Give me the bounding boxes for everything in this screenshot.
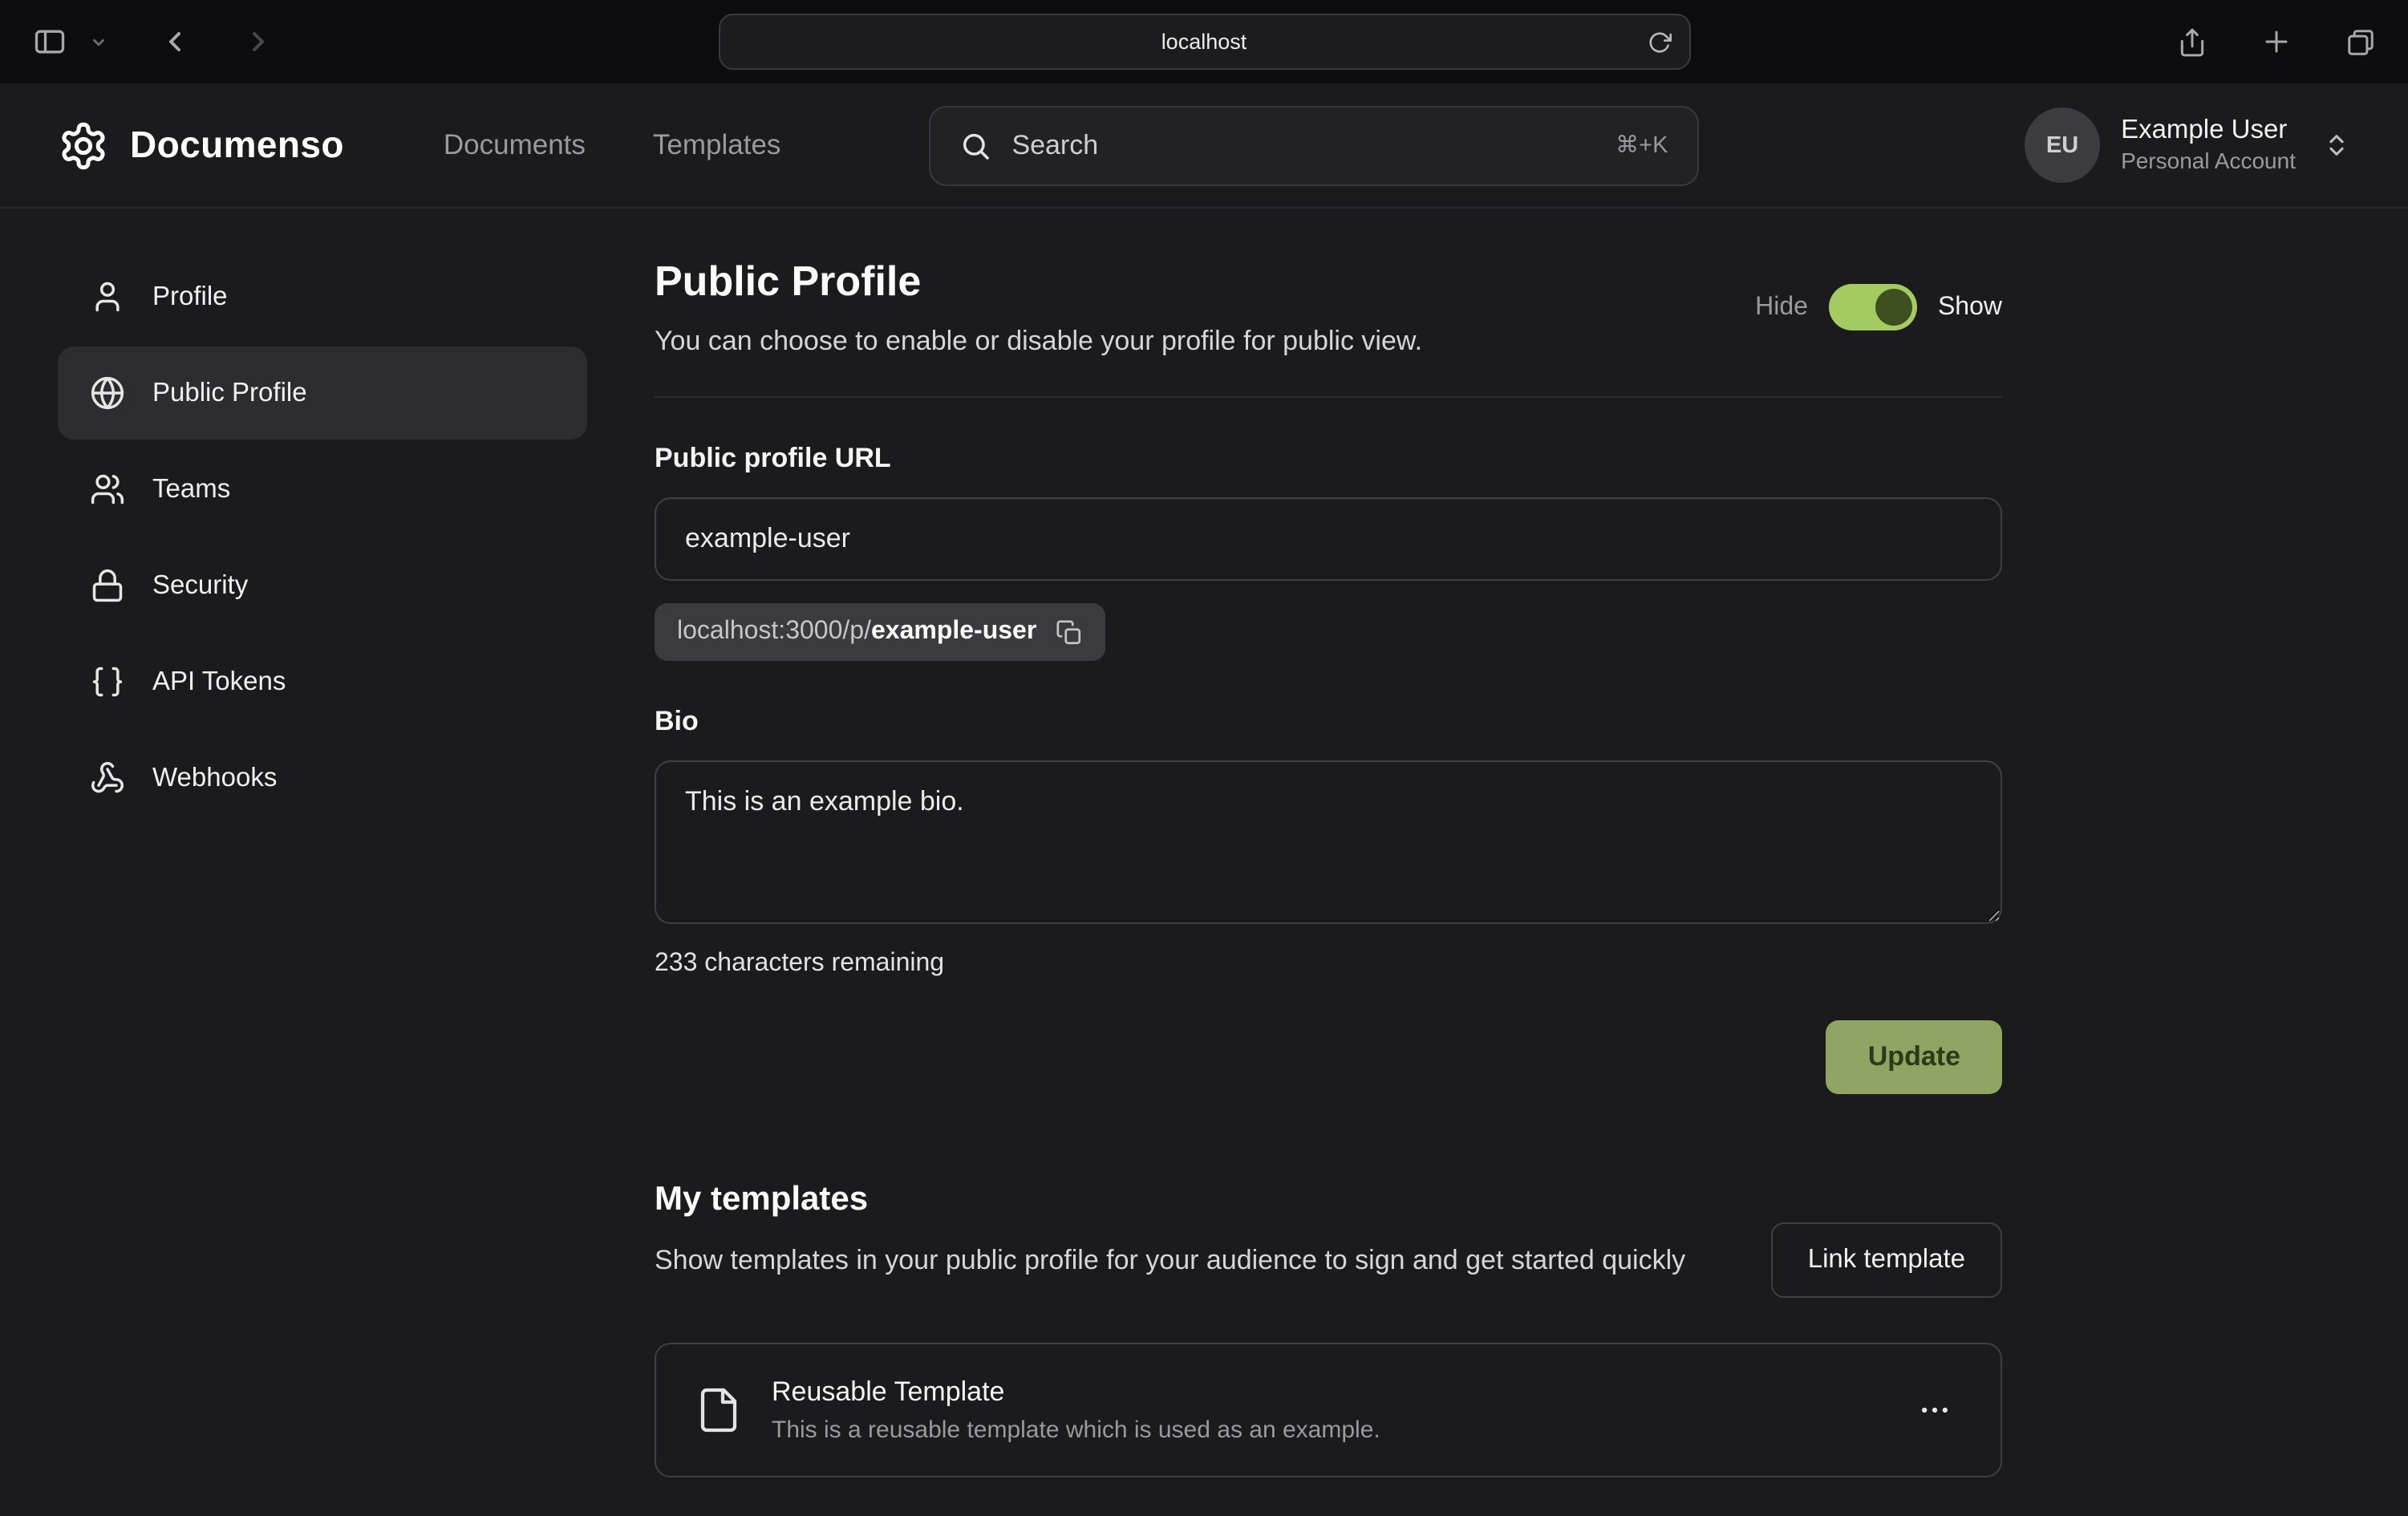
template-title: Reusable Template — [772, 1376, 1380, 1409]
search-box[interactable]: ⌘+K — [928, 105, 1698, 185]
globe-icon — [90, 375, 125, 411]
screen: localhost Documenso Documents — [0, 0, 2408, 1516]
sidebar-item-public-profile[interactable]: Public Profile — [58, 347, 587, 440]
main-nav: Documents Templates — [444, 128, 781, 162]
templates-section: My templates Show templates in your publ… — [655, 1181, 2002, 1477]
profile-url-input[interactable] — [655, 497, 2002, 581]
templates-head-texts: My templates Show templates in your publ… — [655, 1181, 1685, 1281]
nav-templates[interactable]: Templates — [653, 128, 781, 162]
account-name: Example User — [2121, 115, 2296, 148]
reload-icon[interactable] — [1644, 26, 1674, 57]
characters-remaining: 233 characters remaining — [655, 950, 2002, 979]
update-button[interactable]: Update — [1826, 1020, 2002, 1094]
tab-overview-icon[interactable] — [2339, 20, 2382, 63]
account-menu[interactable]: EU Example User Personal Account — [2025, 107, 2350, 183]
templates-head: My templates Show templates in your publ… — [655, 1181, 2002, 1298]
visibility-toggle-group: Hide Show — [1755, 284, 2002, 330]
sidebar-chevron-icon[interactable] — [83, 26, 114, 57]
back-icon[interactable] — [152, 19, 197, 64]
title-block: Public Profile You can choose to enable … — [655, 257, 1422, 358]
template-texts: Reusable Template This is a reusable tem… — [772, 1376, 1380, 1444]
chevrons-up-down-icon — [2323, 132, 2350, 159]
sidebar-item-label: API Tokens — [152, 667, 286, 697]
url-section: Public profile URL localhost:3000/p/exam… — [655, 443, 2002, 661]
sidebar-item-api-tokens[interactable]: API Tokens — [58, 635, 587, 728]
toggle-knob — [1875, 289, 1912, 326]
update-row: Update — [655, 1020, 2002, 1094]
documenso-logo-icon — [58, 120, 109, 171]
sidebar-item-label: Teams — [152, 474, 230, 505]
show-label: Show — [1938, 293, 2002, 322]
lock-icon — [90, 568, 125, 603]
sidebar-item-teams[interactable]: Teams — [58, 443, 587, 536]
user-icon — [90, 279, 125, 314]
title-row: Public Profile You can choose to enable … — [655, 257, 2002, 358]
bio-field-label: Bio — [655, 706, 2002, 738]
sidebar-item-label: Webhooks — [152, 763, 277, 793]
sidebar-item-label: Public Profile — [152, 378, 307, 408]
bio-section: Bio This is an example bio. 233 characte… — [655, 706, 2002, 979]
hide-label: Hide — [1755, 293, 1808, 322]
copy-icon — [1056, 618, 1083, 646]
settings-sidebar: Profile Public Profile Teams Security — [58, 250, 587, 1477]
sidebar-item-security[interactable]: Security — [58, 539, 587, 632]
file-icon — [695, 1386, 743, 1434]
brand[interactable]: Documenso — [58, 120, 344, 171]
search-icon — [959, 129, 991, 161]
account-texts: Example User Personal Account — [2121, 115, 2296, 176]
sidebar-item-label: Security — [152, 570, 248, 601]
content: Profile Public Profile Teams Security — [0, 209, 2408, 1477]
chrome-left-controls — [26, 18, 281, 66]
sidebar-item-webhooks[interactable]: Webhooks — [58, 732, 587, 825]
bio-textarea[interactable]: This is an example bio. — [655, 760, 2002, 924]
users-icon — [90, 472, 125, 507]
templates-subtitle: Show templates in your public profile fo… — [655, 1240, 1685, 1281]
url-bar[interactable]: localhost — [718, 14, 1690, 70]
template-card[interactable]: Reusable Template This is a reusable tem… — [655, 1343, 2002, 1477]
url-text: localhost — [1161, 30, 1247, 54]
forward-icon[interactable] — [236, 19, 281, 64]
sidebar-item-label: Profile — [152, 282, 228, 312]
app-header: Documenso Documents Templates ⌘+K EU Exa… — [0, 83, 2408, 209]
avatar: EU — [2025, 107, 2100, 183]
profile-visibility-toggle[interactable] — [1829, 284, 1917, 330]
link-template-button[interactable]: Link template — [1771, 1222, 2002, 1298]
url-field-label: Public profile URL — [655, 443, 2002, 475]
share-url-text: localhost:3000/p/example-user — [677, 618, 1036, 647]
share-icon[interactable] — [2171, 20, 2214, 63]
account-type: Personal Account — [2121, 148, 2296, 176]
sidebar-item-profile[interactable]: Profile — [58, 250, 587, 343]
search-shortcut: ⌘+K — [1615, 132, 1668, 158]
browser-chrome: localhost — [0, 0, 2408, 83]
page-title: Public Profile — [655, 257, 1422, 306]
divider — [655, 396, 2002, 398]
brand-name: Documenso — [130, 124, 344, 167]
webhook-icon — [90, 760, 125, 796]
templates-title: My templates — [655, 1181, 1685, 1219]
sidebar-toggle-icon[interactable] — [26, 18, 74, 66]
search-input[interactable] — [1011, 129, 1595, 161]
chrome-right-controls — [2171, 20, 2382, 63]
nav-documents[interactable]: Documents — [444, 128, 586, 162]
page-subtitle: You can choose to enable or disable your… — [655, 326, 1422, 358]
braces-icon — [90, 664, 125, 699]
template-menu-icon[interactable] — [1907, 1383, 1962, 1437]
new-tab-icon[interactable] — [2256, 21, 2297, 63]
share-url-pill[interactable]: localhost:3000/p/example-user — [655, 603, 1105, 661]
template-description: This is a reusable template which is use… — [772, 1417, 1380, 1444]
main-panel: Public Profile You can choose to enable … — [655, 250, 2002, 1477]
